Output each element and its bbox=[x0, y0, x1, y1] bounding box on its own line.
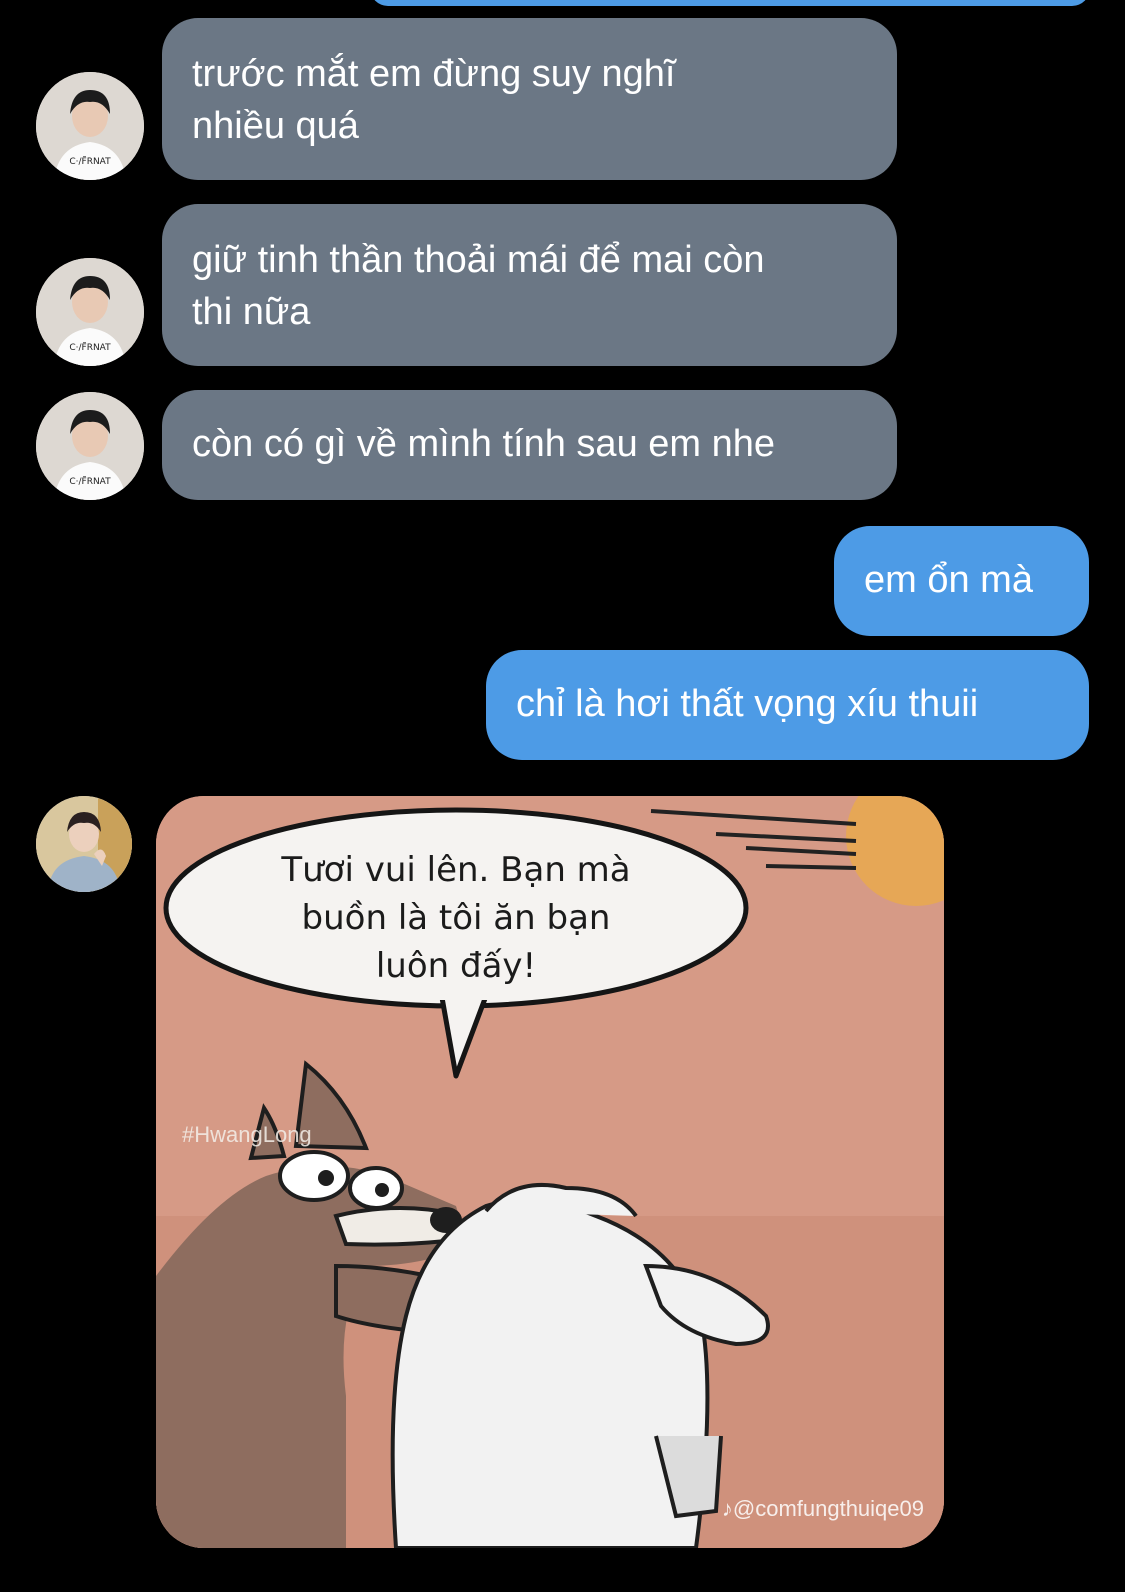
message-text: trước mắt em đừng suy nghĩ bbox=[192, 53, 676, 95]
speech-bubble-text: Tươi vui lên. Bạn mà buồn là tôi ăn bạn … bbox=[206, 846, 706, 990]
speech-line: luôn đấy! bbox=[375, 946, 537, 986]
speech-line: buồn là tôi ăn bạn bbox=[301, 898, 611, 938]
svg-text:C·/F̃RNAT: C·/F̃RNAT bbox=[69, 341, 111, 353]
avatar[interactable] bbox=[36, 796, 132, 892]
speech-line: Tươi vui lên. Bạn mà bbox=[281, 850, 631, 890]
incoming-message-bubble[interactable]: trước mắt em đừng suy nghĩ nhiều quá bbox=[162, 18, 897, 180]
incoming-message-bubble[interactable]: còn có gì về mình tính sau em nhe bbox=[162, 390, 897, 500]
outgoing-message-bubble-partial[interactable] bbox=[370, 0, 1090, 6]
outgoing-message-bubble[interactable]: em ổn mà bbox=[834, 526, 1089, 636]
message-text: em ổn mà bbox=[864, 559, 1033, 601]
tiktok-watermark: ♪@comfungthuiqe09 bbox=[721, 1496, 924, 1521]
chat-screen: C·/F̃RNAT trước mắt em đừng suy nghĩ nhi… bbox=[0, 0, 1125, 1592]
meme-image[interactable]: Tươi vui lên. Bạn mà buồn là tôi ăn bạn … bbox=[156, 796, 944, 1548]
avatar-photo-icon bbox=[36, 796, 132, 892]
message-text: còn có gì về mình tính sau em nhe bbox=[192, 423, 776, 465]
svg-text:C·/F̃RNAT: C·/F̃RNAT bbox=[69, 155, 111, 167]
avatar-photo-icon: C·/F̃RNAT bbox=[36, 392, 144, 500]
outgoing-message-bubble[interactable]: chỉ là hơi thất vọng xíu thuii bbox=[486, 650, 1089, 760]
incoming-message-bubble[interactable]: giữ tinh thần thoải mái để mai còn thi n… bbox=[162, 204, 897, 366]
avatar[interactable]: C·/F̃RNAT bbox=[36, 258, 144, 366]
avatar-photo-icon: C·/F̃RNAT bbox=[36, 258, 144, 366]
message-text: thi nữa bbox=[192, 291, 311, 333]
message-text: giữ tinh thần thoải mái để mai còn bbox=[192, 239, 765, 281]
message-text: nhiều quá bbox=[192, 105, 359, 147]
message-text: chỉ là hơi thất vọng xíu thuii bbox=[516, 683, 979, 725]
avatar[interactable]: C·/F̃RNAT bbox=[36, 392, 144, 500]
svg-text:C·/F̃RNAT: C·/F̃RNAT bbox=[69, 475, 111, 487]
avatar-photo-icon: C·/F̃RNAT bbox=[36, 72, 144, 180]
meme-hashtag: #HwangLong bbox=[182, 1122, 312, 1147]
avatar[interactable]: C·/F̃RNAT bbox=[36, 72, 144, 180]
